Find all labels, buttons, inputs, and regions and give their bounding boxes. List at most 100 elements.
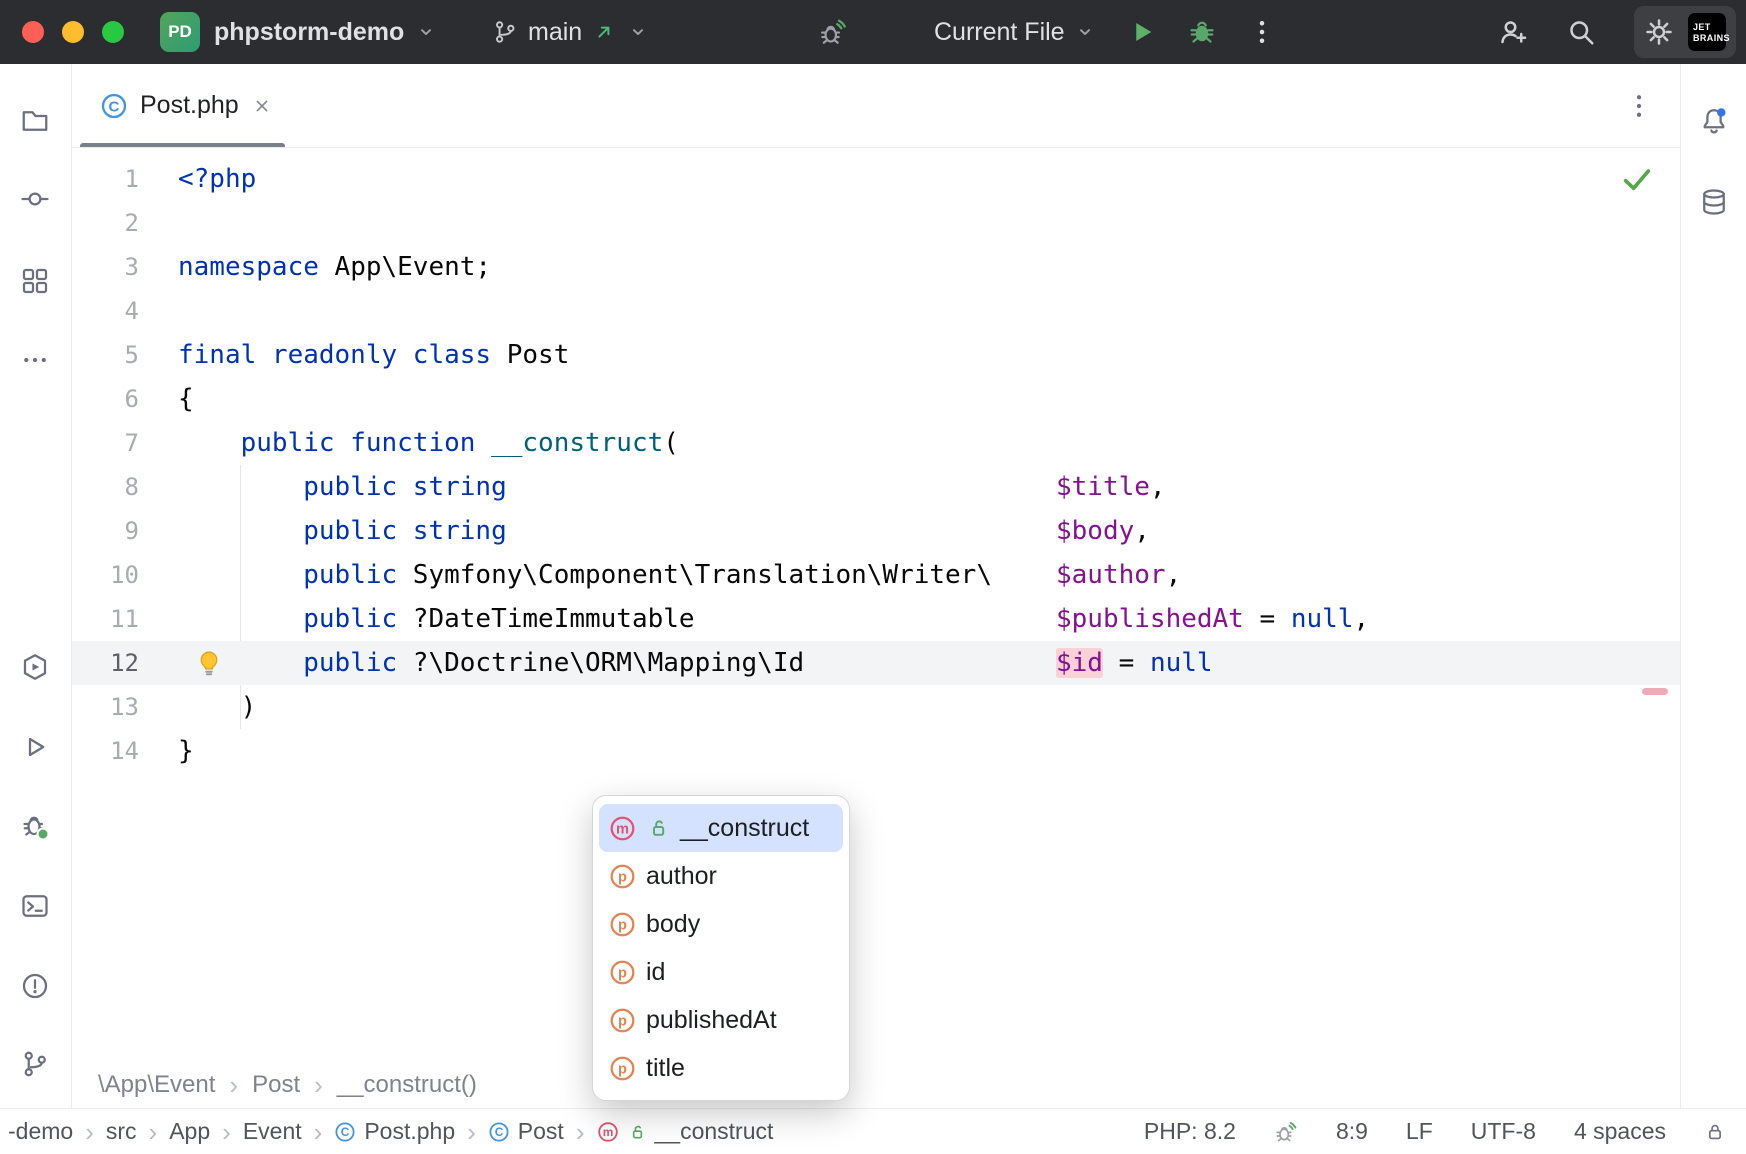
completion-item-publishedAt[interactable]: ppublishedAt: [599, 996, 843, 1044]
code-line-5[interactable]: 5final readonly class Post: [72, 333, 1680, 377]
close-tab-icon[interactable]: [251, 95, 273, 117]
debug-listener-status-icon[interactable]: [1274, 1120, 1298, 1144]
settings-group[interactable]: JET BRAINS: [1634, 6, 1736, 58]
debug-icon: [20, 811, 50, 841]
tab-options-icon[interactable]: [1624, 91, 1654, 121]
toolwindow-problems-button[interactable]: [13, 964, 57, 1008]
status-path-item[interactable]: src: [106, 1118, 137, 1145]
breadcrumb-item[interactable]: __construct(): [337, 1071, 477, 1099]
inspections-ok-icon[interactable]: [1620, 162, 1654, 196]
zoom-window-button[interactable]: [102, 21, 124, 43]
toolwindow-project-button[interactable]: [13, 99, 57, 143]
caret-position[interactable]: 8:9: [1336, 1118, 1368, 1145]
breadcrumb-item[interactable]: Post: [252, 1071, 300, 1099]
code-line-13[interactable]: 13 ): [72, 685, 1680, 729]
status-path-item[interactable]: App: [169, 1118, 210, 1145]
toolwindow-structure-button[interactable]: [13, 259, 57, 303]
more-actions-button[interactable]: [1247, 17, 1277, 47]
write-lock-icon[interactable]: [1704, 1121, 1726, 1143]
problems-icon: [20, 971, 50, 1001]
code-line-11[interactable]: 11 public ?DateTimeImmutable$publishedAt…: [72, 597, 1680, 641]
completion-item-id[interactable]: pid: [599, 948, 843, 996]
breadcrumb-item[interactable]: \App\Event: [98, 1071, 215, 1099]
search-everywhere-button[interactable]: [1566, 17, 1596, 47]
code-line-9[interactable]: 9 public string$body,: [72, 509, 1680, 553]
indent-setting[interactable]: 4 spaces: [1574, 1118, 1666, 1145]
toolwindow-database-button[interactable]: [1692, 180, 1736, 224]
svg-text:p: p: [618, 869, 627, 885]
status-path-item[interactable]: CPost: [488, 1118, 564, 1145]
status-path-item[interactable]: CPost.php: [334, 1118, 455, 1145]
status-path-item[interactable]: -demo: [8, 1118, 73, 1145]
property-icon: p: [609, 911, 636, 938]
close-window-button[interactable]: [22, 21, 44, 43]
minimize-window-button[interactable]: [62, 21, 84, 43]
code-line-1[interactable]: 1 <?php: [72, 157, 1680, 201]
line-number: 1: [72, 157, 139, 201]
completion-item-author[interactable]: pauthor: [599, 852, 843, 900]
public-visibility-icon: [646, 816, 670, 840]
toolwindow-terminal-button[interactable]: [13, 884, 57, 928]
status-path-label: App: [169, 1118, 210, 1145]
code-line-2[interactable]: 2: [72, 201, 1680, 245]
code-line-3[interactable]: 3namespace App\Event;: [72, 245, 1680, 289]
titlebar-right-actions: JET BRAINS: [1498, 0, 1736, 64]
status-path-label: Event: [243, 1118, 302, 1145]
toolwindow-more-tool-windows-button[interactable]: [13, 338, 57, 382]
svg-text:p: p: [618, 1013, 627, 1029]
scrollbar-warning-mark: [1642, 688, 1668, 695]
code-param: $author,: [1056, 553, 1181, 597]
code-line-14[interactable]: 14}: [72, 729, 1680, 773]
status-path-item[interactable]: m__construct: [597, 1118, 774, 1145]
active-tab-indicator: [80, 143, 285, 147]
chevron-separator: ›: [314, 1072, 323, 1098]
more-tool-windows-icon: [20, 345, 50, 375]
code-line-10[interactable]: 10 public Symfony\Component\Translation\…: [72, 553, 1680, 597]
vcs-widget[interactable]: main: [492, 0, 650, 64]
php-class-icon: C: [100, 92, 128, 120]
property-icon: p: [609, 863, 636, 890]
svg-text:p: p: [618, 1061, 627, 1077]
completion-item-body[interactable]: pbody: [599, 900, 843, 948]
toolwindow-version-control-button[interactable]: [13, 1042, 57, 1086]
code-text: public Symfony\Component\Translation\Wri…: [178, 553, 992, 597]
project-icon: [20, 106, 50, 136]
line-separator[interactable]: LF: [1406, 1118, 1433, 1145]
code-text: public ?\Doctrine\ORM\Mapping\Id: [178, 641, 804, 685]
code-text: <?php: [178, 157, 256, 201]
code-line-12[interactable]: 12 public ?\Doctrine\ORM\Mapping\Id$id =…: [72, 641, 1680, 685]
project-widget[interactable]: PD phpstorm-demo: [160, 0, 438, 64]
line-number: 10: [72, 553, 139, 597]
property-icon: p: [609, 1007, 636, 1034]
toolwindow-services-button[interactable]: [13, 645, 57, 689]
code-text: public ?DateTimeImmutable: [178, 597, 695, 641]
code-line-7[interactable]: 7 public function __construct(: [72, 421, 1680, 465]
php-version[interactable]: PHP: 8.2: [1144, 1118, 1236, 1145]
toolwindow-run-button[interactable]: [13, 725, 57, 769]
completion-item-title[interactable]: ptitle: [599, 1044, 843, 1092]
code-line-8[interactable]: 8 public string$title,: [72, 465, 1680, 509]
code-text: public string: [178, 465, 507, 509]
services-icon: [20, 652, 50, 682]
toolwindow-commit-button[interactable]: [13, 177, 57, 221]
debug-button[interactable]: [1187, 17, 1217, 47]
code-with-me-button[interactable]: [1498, 17, 1528, 47]
toolwindow-notifications-button[interactable]: [1692, 99, 1736, 143]
code-text: public string: [178, 509, 507, 553]
line-number: 9: [72, 509, 139, 553]
code-line-6[interactable]: 6{: [72, 377, 1680, 421]
run-config-selector[interactable]: Current File: [934, 18, 1097, 47]
tab-post-php[interactable]: C Post.php: [72, 64, 293, 147]
completion-item-__construct[interactable]: m__construct: [599, 804, 843, 852]
code-line-4[interactable]: 4: [72, 289, 1680, 333]
toolwindow-debug-button[interactable]: [13, 804, 57, 848]
debug-listener-icon[interactable]: [818, 17, 848, 47]
status-path-label: Post.php: [364, 1118, 455, 1145]
file-encoding[interactable]: UTF-8: [1471, 1118, 1536, 1145]
code-text: }: [178, 729, 194, 773]
settings-gear-icon[interactable]: [1644, 17, 1674, 47]
status-path-item[interactable]: Event: [243, 1118, 302, 1145]
run-button[interactable]: [1127, 17, 1157, 47]
editor[interactable]: 1 <?php23namespace App\Event;45final read…: [72, 148, 1680, 1062]
status-path-label: Post: [518, 1118, 564, 1145]
